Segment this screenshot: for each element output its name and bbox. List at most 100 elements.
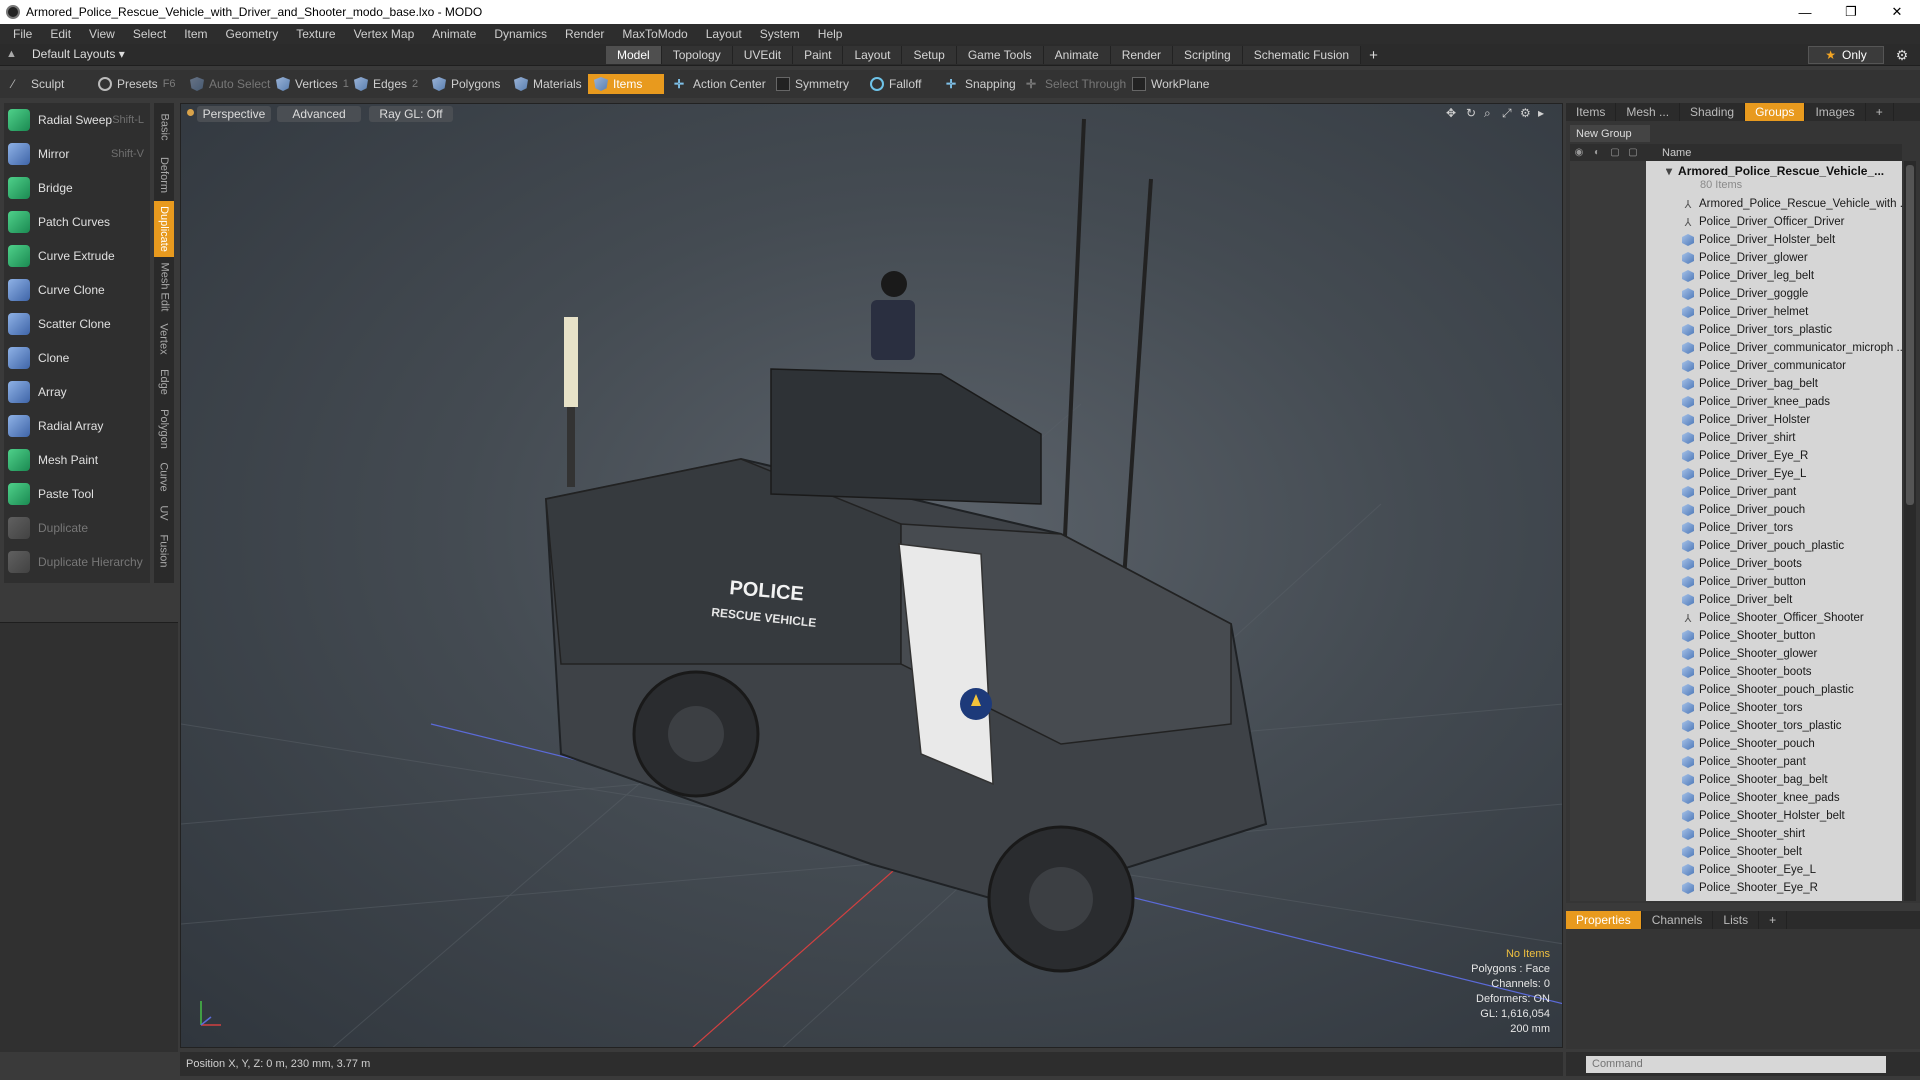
list-item[interactable]: Police_Shooter_Eye_L bbox=[1682, 861, 1902, 879]
falloff-button[interactable]: Falloff bbox=[864, 74, 927, 94]
list-item[interactable]: ⅄ Police_Driver_Officer_Driver bbox=[1682, 213, 1902, 231]
list-item[interactable]: Police_Driver_helmet bbox=[1682, 303, 1902, 321]
right-tab-items[interactable]: Items bbox=[1566, 103, 1617, 121]
right-tab-images[interactable]: Images bbox=[1805, 103, 1866, 121]
select-column-icon[interactable]: ▢ bbox=[1624, 144, 1642, 161]
zoom-icon[interactable]: ⌕ bbox=[1484, 106, 1491, 121]
list-item[interactable]: Police_Shooter_belt bbox=[1682, 843, 1902, 861]
tab-model[interactable]: Model bbox=[606, 46, 662, 64]
3d-viewport[interactable]: POLICE RESCUE VEHICLE Perspective Advanc… bbox=[180, 103, 1563, 1048]
tab-topology[interactable]: Topology bbox=[661, 46, 733, 64]
list-item[interactable]: Police_Driver_tors_plastic bbox=[1682, 321, 1902, 339]
tab-layout[interactable]: Layout bbox=[843, 46, 903, 64]
list-item[interactable]: Police_Shooter_tors bbox=[1682, 699, 1902, 717]
materials-button[interactable]: Materials bbox=[508, 74, 588, 94]
pan-icon[interactable]: ✥ bbox=[1446, 106, 1456, 120]
tool-mesh-paint[interactable]: Mesh Paint bbox=[4, 445, 150, 475]
rotate-icon[interactable]: ↻ bbox=[1466, 106, 1476, 120]
tab-uvedit[interactable]: UVEdit bbox=[732, 46, 794, 64]
list-item[interactable]: ⅄ Police_Shooter_Officer_Shooter bbox=[1682, 609, 1902, 627]
tool-curve-clone[interactable]: Curve Clone bbox=[4, 275, 150, 305]
vtab-edge[interactable]: Edge bbox=[154, 363, 174, 401]
tool-mirror[interactable]: Mirror Shift-V bbox=[4, 139, 150, 169]
tool-curve-extrude[interactable]: Curve Extrude bbox=[4, 241, 150, 271]
auto-select-button[interactable]: Auto Select bbox=[184, 74, 276, 94]
vertices-button[interactable]: Vertices 1 bbox=[270, 74, 355, 94]
list-item[interactable]: Police_Driver_Holster bbox=[1682, 411, 1902, 429]
list-item[interactable]: Police_Shooter_Eye_R bbox=[1682, 879, 1902, 897]
list-item[interactable]: Police_Driver_belt bbox=[1682, 591, 1902, 609]
visibility-column-icon[interactable]: ◉ bbox=[1570, 144, 1588, 161]
list-item[interactable]: Police_Driver_button bbox=[1682, 573, 1902, 591]
symmetry-button[interactable]: Symmetry bbox=[770, 74, 855, 94]
tab-setup[interactable]: Setup bbox=[902, 46, 957, 64]
edges-button[interactable]: Edges 2 bbox=[348, 74, 424, 94]
group-expand-icon[interactable]: ▾ bbox=[1666, 164, 1672, 178]
menu-select[interactable]: Select bbox=[124, 27, 175, 41]
props-tab-properties[interactable]: Properties bbox=[1566, 911, 1642, 929]
workplane-button[interactable]: WorkPlane bbox=[1126, 74, 1215, 94]
list-item[interactable]: Police_Driver_Holster_belt bbox=[1682, 231, 1902, 249]
list-item[interactable]: Police_Shooter_Holster_belt bbox=[1682, 807, 1902, 825]
menu-view[interactable]: View bbox=[80, 27, 124, 41]
groups-scrollbar[interactable] bbox=[1904, 161, 1916, 901]
menu-item[interactable]: Item bbox=[175, 27, 216, 41]
list-item[interactable]: Police_Driver_pouch_plastic bbox=[1682, 537, 1902, 555]
presets-button[interactable]: Presets F6 bbox=[92, 74, 182, 94]
list-item[interactable]: ⅄ Armored_Police_Rescue_Vehicle_with ... bbox=[1682, 195, 1902, 213]
tab-animate[interactable]: Animate bbox=[1043, 46, 1111, 64]
tab-game-tools[interactable]: Game Tools bbox=[956, 46, 1044, 64]
right-tab-mesh[interactable]: Mesh ... bbox=[1616, 103, 1681, 121]
menu-animate[interactable]: Animate bbox=[423, 27, 485, 41]
vtab-mesh-edit[interactable]: Mesh Edit bbox=[154, 259, 174, 315]
maximize-button[interactable]: ❐ bbox=[1828, 0, 1874, 24]
tab-scripting[interactable]: Scripting bbox=[1173, 46, 1243, 64]
list-item[interactable]: Police_Driver_tors bbox=[1682, 519, 1902, 537]
list-item[interactable]: Police_Driver_leg_belt bbox=[1682, 267, 1902, 285]
list-item[interactable]: Police_Shooter_pant bbox=[1682, 753, 1902, 771]
list-item[interactable]: Police_Driver_Eye_R bbox=[1682, 447, 1902, 465]
list-item[interactable]: Police_Driver_pouch bbox=[1682, 501, 1902, 519]
right-add-tab-button[interactable]: + bbox=[1866, 103, 1894, 121]
command-input[interactable] bbox=[1586, 1055, 1886, 1073]
list-item[interactable]: Police_Shooter_shirt bbox=[1682, 825, 1902, 843]
advanced-dropdown[interactable]: Advanced bbox=[277, 106, 361, 122]
close-button[interactable]: ✕ bbox=[1874, 0, 1920, 24]
vtab-uv[interactable]: UV bbox=[154, 499, 174, 527]
menu-dynamics[interactable]: Dynamics bbox=[485, 27, 556, 41]
tool-bridge[interactable]: Bridge bbox=[4, 173, 150, 203]
list-item[interactable]: Police_Shooter_glower bbox=[1682, 645, 1902, 663]
action-center-button[interactable]: ✛ Action Center bbox=[668, 74, 772, 94]
tool-duplicate-hierarchy[interactable]: Duplicate Hierarchy bbox=[4, 547, 150, 577]
props-tab-channels[interactable]: Channels bbox=[1642, 911, 1714, 929]
gear-icon[interactable]: ⚙ bbox=[1892, 46, 1912, 64]
list-item[interactable]: Police_Shooter_pouch_plastic bbox=[1682, 681, 1902, 699]
scrollbar-thumb[interactable] bbox=[1906, 165, 1914, 505]
viewport-settings-icon[interactable]: ⚙ bbox=[1520, 106, 1531, 120]
list-item[interactable]: Police_Shooter_boots bbox=[1682, 663, 1902, 681]
vtab-fusion[interactable]: Fusion bbox=[154, 529, 174, 573]
tool-array[interactable]: Array bbox=[4, 377, 150, 407]
list-item[interactable]: Police_Driver_goggle bbox=[1682, 285, 1902, 303]
list-item[interactable]: Police_Shooter_knee_pads bbox=[1682, 789, 1902, 807]
list-item[interactable]: Police_Shooter_button bbox=[1682, 627, 1902, 645]
tool-scatter-clone[interactable]: Scatter Clone bbox=[4, 309, 150, 339]
new-group-button[interactable]: New Group bbox=[1570, 125, 1650, 142]
sculpt-button[interactable]: ⁄ Sculpt bbox=[6, 74, 70, 94]
list-item[interactable]: Police_Driver_communicator_microph ... bbox=[1682, 339, 1902, 357]
list-item[interactable]: Police_Shooter_tors_plastic bbox=[1682, 717, 1902, 735]
viewport-expand-icon[interactable]: ▸ bbox=[1538, 106, 1544, 120]
tool-paste-tool[interactable]: Paste Tool bbox=[4, 479, 150, 509]
vtab-polygon[interactable]: Polygon bbox=[154, 403, 174, 455]
menu-geometry[interactable]: Geometry bbox=[217, 27, 288, 41]
list-item[interactable]: Police_Driver_knee_pads bbox=[1682, 393, 1902, 411]
menu-system[interactable]: System bbox=[751, 27, 809, 41]
menu-vertex-map[interactable]: Vertex Map bbox=[345, 27, 424, 41]
vtab-duplicate[interactable]: Duplicate bbox=[154, 201, 174, 257]
vtab-basic[interactable]: Basic bbox=[154, 105, 174, 149]
tool-radial-array[interactable]: Radial Array bbox=[4, 411, 150, 441]
only-button[interactable]: ★ Only bbox=[1808, 46, 1884, 64]
raygl-dropdown[interactable]: Ray GL: Off bbox=[369, 106, 453, 122]
tab-schematic-fusion[interactable]: Schematic Fusion bbox=[1242, 46, 1362, 64]
list-item[interactable]: Police_Driver_pant bbox=[1682, 483, 1902, 501]
